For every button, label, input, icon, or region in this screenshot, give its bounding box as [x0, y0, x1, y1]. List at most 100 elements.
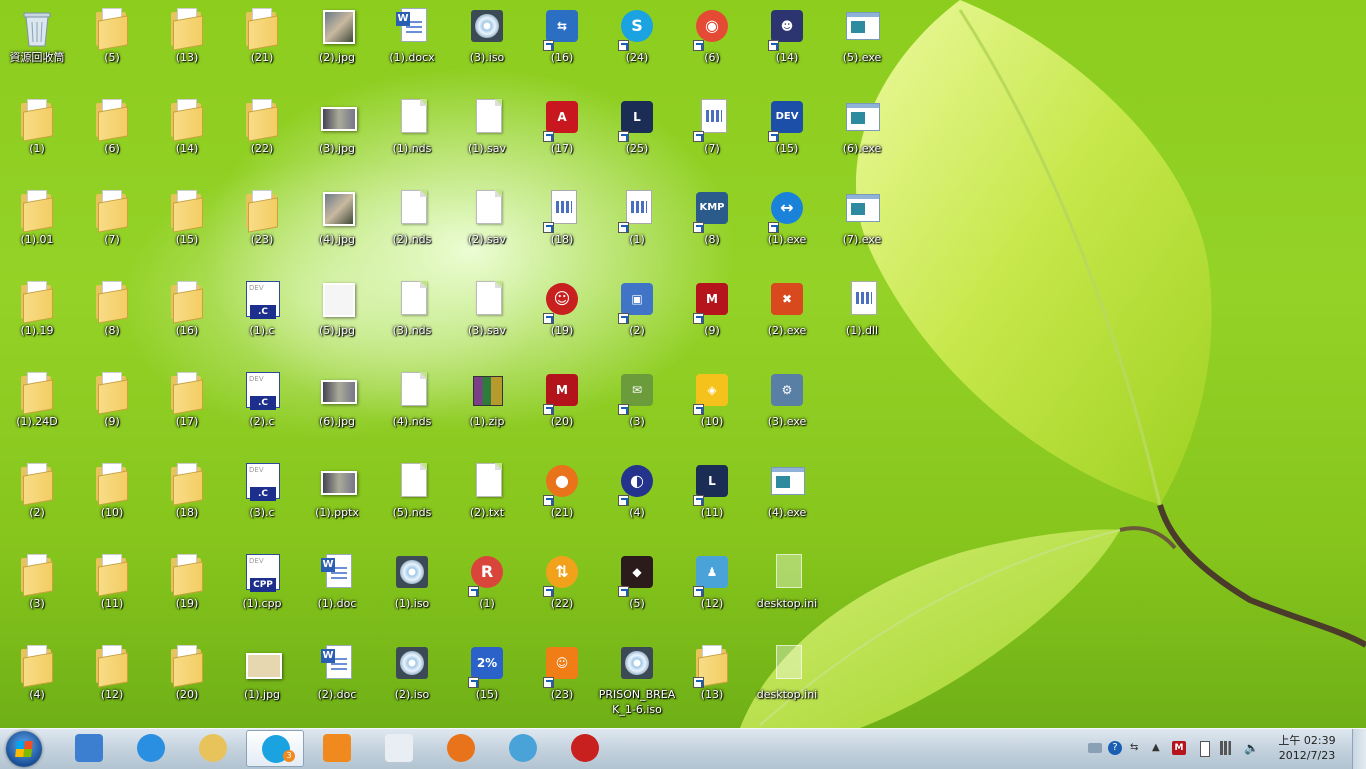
desktop-icon[interactable]: (5).jpg [300, 275, 374, 363]
desktop-icon[interactable]: (7) [675, 93, 749, 181]
desktop-icon[interactable]: (23) [225, 184, 299, 272]
desktop-icon[interactable]: (1).01 [0, 184, 74, 272]
desktop-icon[interactable]: DEV .C (3).c [225, 457, 299, 545]
desktop-icon[interactable]: (4) [0, 639, 74, 727]
taskbar-explorer[interactable] [184, 730, 242, 767]
desktop-icon[interactable]: (13) [675, 639, 749, 727]
desktop-icon[interactable]: (18) [150, 457, 224, 545]
desktop-icon[interactable]: (3).sav [450, 275, 524, 363]
desktop-icon[interactable]: (14) [150, 93, 224, 181]
desktop-icon[interactable]: 資源回收筒 [0, 2, 74, 90]
taskbar-app-red[interactable] [556, 730, 614, 767]
tray-battery-icon[interactable] [1200, 741, 1210, 757]
desktop-icon[interactable]: (20) [150, 639, 224, 727]
taskbar-internet-explorer[interactable] [122, 730, 180, 767]
tray-keyboard-icon[interactable] [1088, 743, 1102, 753]
desktop-icon[interactable]: (1).24D [0, 366, 74, 454]
desktop-icon[interactable]: (2).nds [375, 184, 449, 272]
desktop-icon[interactable]: ⇅ (22) [525, 548, 599, 636]
desktop-icon[interactable]: (19) [150, 548, 224, 636]
desktop-icon[interactable]: (16) [150, 275, 224, 363]
desktop-icon[interactable]: L (11) [675, 457, 749, 545]
desktop-icon[interactable]: (1).nds [375, 93, 449, 181]
desktop-icon[interactable]: M (20) [525, 366, 599, 454]
desktop-icon[interactable]: desktop.ini [750, 639, 824, 727]
desktop-icon[interactable]: (1) [0, 93, 74, 181]
desktop-icon[interactable]: ✉ (3) [600, 366, 674, 454]
show-hidden-icons-button[interactable]: ▲ [1152, 741, 1166, 755]
desktop-icon[interactable]: (1) [600, 184, 674, 272]
desktop-icon[interactable]: KMP (8) [675, 184, 749, 272]
desktop-icon[interactable]: L (25) [600, 93, 674, 181]
desktop-icon[interactable]: (18) [525, 184, 599, 272]
desktop-icon[interactable]: (2) [0, 457, 74, 545]
desktop-icon[interactable]: (4).nds [375, 366, 449, 454]
desktop-icon[interactable]: (6).jpg [300, 366, 374, 454]
desktop-icon[interactable]: ◉ (6) [675, 2, 749, 90]
taskbar-app-1[interactable] [60, 730, 118, 767]
desktop-icon[interactable]: (15) [150, 184, 224, 272]
desktop-icon[interactable]: (2).iso [375, 639, 449, 727]
desktop-icon[interactable]: R (1) [450, 548, 524, 636]
desktop-icon[interactable]: (13) [150, 2, 224, 90]
desktop-icon[interactable]: (2).jpg [300, 2, 374, 90]
desktop-icon[interactable]: (22) [225, 93, 299, 181]
tray-help-icon[interactable]: ? [1108, 741, 1122, 755]
desktop-icon[interactable]: (7) [75, 184, 149, 272]
desktop-icon[interactable]: (1).sav [450, 93, 524, 181]
desktop-icon[interactable]: 2% (15) [450, 639, 524, 727]
desktop-icon[interactable]: DEV .C (2).c [225, 366, 299, 454]
taskbar-clock[interactable]: 上午 02:39 2012/7/23 [1270, 733, 1344, 763]
desktop-icon[interactable]: ☺ (19) [525, 275, 599, 363]
desktop-icon[interactable]: (2).sav [450, 184, 524, 272]
desktop-icon[interactable]: ☻ (14) [750, 2, 824, 90]
desktop-icon[interactable]: (1).jpg [225, 639, 299, 727]
desktop-icon[interactable]: (3).iso [450, 2, 524, 90]
desktop-icon[interactable]: DEV .C (1).c [225, 275, 299, 363]
desktop-icon[interactable]: ◆ (5) [600, 548, 674, 636]
desktop-icon[interactable]: (17) [150, 366, 224, 454]
desktop-icon[interactable]: W (1).docx [375, 2, 449, 90]
desktop-icon[interactable]: (1).dll [825, 275, 899, 363]
desktop-icon[interactable]: (1).pptx [300, 457, 374, 545]
desktop-icon[interactable]: ⚙ (3).exe [750, 366, 824, 454]
desktop-icon[interactable]: ✖ (2).exe [750, 275, 824, 363]
desktop-icon[interactable]: (3).jpg [300, 93, 374, 181]
desktop-icon[interactable]: DEV (15) [750, 93, 824, 181]
desktop-icon[interactable]: (10) [75, 457, 149, 545]
desktop-icon[interactable]: W (2).doc [300, 639, 374, 727]
desktop-icon[interactable]: ◐ (4) [600, 457, 674, 545]
desktop-icon[interactable]: ☺ (23) [525, 639, 599, 727]
tray-antivirus-icon[interactable]: M [1172, 741, 1186, 755]
tray-volume-icon[interactable]: 🔈 [1244, 741, 1259, 755]
desktop-icon[interactable]: (7).exe [825, 184, 899, 272]
desktop-icon[interactable]: (9) [75, 366, 149, 454]
desktop-icon[interactable]: DEV CPP (1).cpp [225, 548, 299, 636]
taskbar-firefox[interactable] [432, 730, 490, 767]
desktop-icon[interactable]: ◈ (10) [675, 366, 749, 454]
taskbar-messenger[interactable] [494, 730, 552, 767]
taskbar-skype[interactable]: 3 [246, 730, 304, 767]
desktop-icon[interactable]: desktop.ini [750, 548, 824, 636]
desktop-icon[interactable]: (6) [75, 93, 149, 181]
desktop-icon[interactable]: (3) [0, 548, 74, 636]
desktop-icon[interactable]: (2).txt [450, 457, 524, 545]
desktop-icon[interactable]: ♟ (12) [675, 548, 749, 636]
start-button[interactable] [6, 731, 42, 767]
tray-network-icon[interactable] [1220, 741, 1234, 755]
tray-language-icon[interactable]: ⇆ [1130, 741, 1144, 755]
desktop-icon[interactable]: (11) [75, 548, 149, 636]
desktop-icon[interactable]: (8) [75, 275, 149, 363]
desktop-icon[interactable]: ⇆ (16) [525, 2, 599, 90]
desktop-icon[interactable]: ▣ (2) [600, 275, 674, 363]
desktop-icon[interactable]: (3).nds [375, 275, 449, 363]
desktop-icon[interactable]: (5) [75, 2, 149, 90]
desktop-icon[interactable]: (1).iso [375, 548, 449, 636]
taskbar-notepad[interactable] [370, 730, 428, 767]
desktop-icon[interactable]: (12) [75, 639, 149, 727]
desktop-icon[interactable]: (4).jpg [300, 184, 374, 272]
desktop-icon[interactable]: ● (21) [525, 457, 599, 545]
desktop-icon[interactable]: M (9) [675, 275, 749, 363]
desktop-icon[interactable]: S (24) [600, 2, 674, 90]
desktop-icon[interactable]: PRISON_BREAK_1-6.iso [599, 639, 675, 727]
